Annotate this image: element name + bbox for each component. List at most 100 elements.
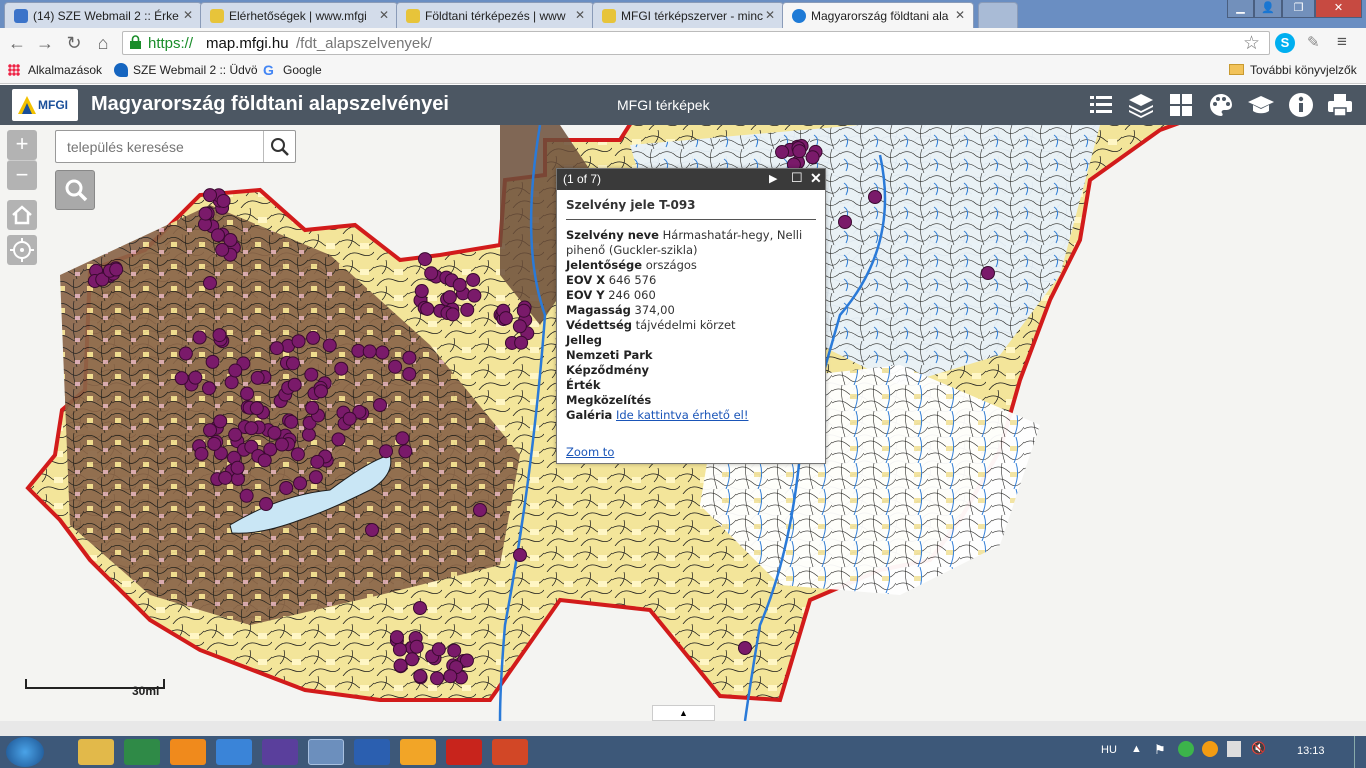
url-scheme: https:// [148, 35, 194, 52]
field-label: Jelentősége [566, 258, 643, 272]
place-search [55, 130, 296, 163]
browser-tab[interactable]: Elérhetőségek | www.mfgi ✕ [200, 2, 398, 28]
print-icon[interactable] [1326, 91, 1354, 119]
field-label: Képződmény [566, 363, 650, 377]
expand-panel-button[interactable]: ▲ [652, 705, 715, 721]
field-label: Nemzeti Park [566, 348, 653, 362]
mfgi-logo[interactable]: MFGI [12, 89, 78, 121]
browser-tab[interactable]: MFGI térképszerver - minc ✕ [592, 2, 784, 28]
bookmark-google[interactable]: Google [283, 63, 322, 77]
clock[interactable]: 13:13 [1297, 745, 1325, 757]
browser-tab[interactable]: Földtani térképezés | www ✕ [396, 2, 594, 28]
bookmarks-bar: Alkalmazások SZE Webmail 2 :: Üdvö G Goo… [0, 58, 1366, 84]
skype-extension-icon[interactable]: S [1275, 33, 1295, 53]
extension-icon[interactable]: ✎ [1307, 33, 1327, 53]
skype-icon[interactable] [400, 739, 436, 765]
field-label: Szelvény neve [566, 228, 659, 242]
zoom-in-button[interactable]: + [7, 130, 37, 160]
field-value: 246 060 [608, 288, 656, 302]
field-label: Védettség [566, 318, 632, 332]
palette-icon[interactable] [1207, 91, 1235, 119]
tab-title: Földtani térképezés | www [425, 9, 566, 23]
menu-icon[interactable]: ≡ [1337, 31, 1357, 53]
scale-label: 30mi [132, 684, 160, 698]
popup-field-row: EOV X 646 576 [566, 273, 816, 288]
word-icon[interactable] [354, 739, 390, 765]
forward-icon[interactable]: → [34, 32, 56, 54]
other-bookmarks[interactable]: További könyvjelzők [1250, 63, 1357, 77]
education-icon[interactable] [1247, 91, 1275, 119]
internet-explorer-icon[interactable] [216, 739, 252, 765]
acrobat-icon[interactable] [446, 739, 482, 765]
search-button[interactable] [263, 131, 295, 162]
start-button[interactable] [6, 737, 44, 767]
logo-text: MFGI [38, 98, 68, 112]
geologic-map[interactable]: + − (1 of 7) ▶ ☐ ✕ Szelvény jele T-093 S… [0, 125, 1366, 721]
webmail-favicon-icon [14, 9, 28, 23]
info-icon[interactable] [1287, 91, 1315, 119]
popup-field-row: Megközelítés [566, 393, 816, 408]
locate-button[interactable] [7, 235, 37, 265]
mfgi-maps-link[interactable]: MFGI térképek [617, 97, 710, 113]
maximize-popup-icon[interactable]: ☐ [791, 170, 803, 186]
close-window-button[interactable]: ✕ [1315, 0, 1362, 18]
layers-icon[interactable] [1127, 91, 1155, 119]
media-player-icon[interactable] [170, 739, 206, 765]
browser-tab[interactable]: (14) SZE Webmail 2 :: Érke ✕ [4, 2, 202, 28]
list-icon[interactable] [1087, 91, 1115, 119]
flag-icon[interactable]: ⚑ [1154, 742, 1166, 758]
close-icon[interactable]: ✕ [183, 8, 193, 22]
reload-icon[interactable]: ↻ [63, 32, 85, 54]
next-feature-icon[interactable]: ▶ [769, 172, 777, 185]
home-extent-button[interactable] [7, 200, 37, 230]
field-value: országos [645, 258, 697, 272]
browser-tab-strip: (14) SZE Webmail 2 :: Érke ✕ Elérhetőség… [0, 0, 1366, 28]
home-icon[interactable]: ⌂ [92, 32, 114, 54]
minimize-window-button[interactable]: ▁ [1227, 0, 1254, 18]
tray-app-icon[interactable] [1178, 741, 1194, 757]
tab-title: MFGI térképszerver - minc [621, 9, 764, 23]
usb-icon[interactable] [1227, 741, 1241, 757]
save-app-icon[interactable] [262, 739, 298, 765]
tray-expand-icon[interactable]: ▲ [1131, 743, 1142, 755]
powerpoint-icon[interactable] [492, 739, 528, 765]
close-popup-icon[interactable]: ✕ [810, 170, 822, 187]
language-indicator[interactable]: HU [1101, 744, 1117, 756]
address-bar[interactable]: https:// map.mfgi.hu /fdt_alapszelvenyek… [122, 31, 1270, 55]
bookmark-apps[interactable]: Alkalmazások [28, 63, 102, 77]
tray-app-icon[interactable] [1202, 741, 1218, 757]
browser-tab-active[interactable]: Magyarország földtani ala ✕ [782, 2, 974, 28]
close-icon[interactable]: ✕ [575, 8, 585, 22]
close-icon[interactable]: ✕ [955, 8, 965, 22]
field-label: Magasság [566, 303, 631, 317]
close-icon[interactable]: ✕ [379, 8, 389, 22]
mfgi-favicon-icon [602, 9, 616, 23]
grid-icon[interactable] [1167, 91, 1195, 119]
zoom-out-button[interactable]: − [7, 160, 37, 190]
popup-titlebar: (1 of 7) ▶ ☐ ✕ [557, 169, 825, 190]
search-tool-button[interactable] [55, 170, 95, 210]
arcgis-favicon-icon [792, 9, 806, 23]
bookmark-webmail[interactable]: SZE Webmail 2 :: Üdvö [133, 63, 258, 77]
tab-title: Elérhetőségek | www.mfgi [229, 9, 367, 23]
back-icon[interactable]: ← [6, 32, 28, 54]
show-desktop-button[interactable] [1354, 736, 1366, 768]
gallery-row: Galéria Ide kattintva érhető el! [566, 408, 816, 423]
place-search-input[interactable] [56, 131, 262, 162]
volume-icon[interactable]: 🔇 [1251, 741, 1267, 757]
bookmark-star-icon[interactable]: ☆ [1243, 32, 1260, 55]
zoom-to-link[interactable]: Zoom to [566, 445, 614, 459]
new-tab-button[interactable] [978, 2, 1018, 28]
gallery-label: Galéria [566, 408, 613, 422]
gallery-link[interactable]: Ide kattintva érhető el! [616, 408, 749, 422]
feature-popup: (1 of 7) ▶ ☐ ✕ Szelvény jele T-093 Szelv… [556, 168, 826, 464]
maximize-window-button[interactable]: ❐ [1282, 0, 1315, 18]
user-profile-button[interactable]: 👤 [1254, 0, 1282, 18]
excel-icon[interactable] [124, 739, 160, 765]
close-icon[interactable]: ✕ [765, 8, 775, 22]
chrome-icon[interactable] [308, 739, 344, 765]
popup-field-row: Szelvény neve Hármashatár-hegy, Nelli pi… [566, 228, 816, 258]
field-label: Megközelítés [566, 393, 652, 407]
mfgi-favicon-icon [406, 9, 420, 23]
explorer-icon[interactable] [78, 739, 114, 765]
